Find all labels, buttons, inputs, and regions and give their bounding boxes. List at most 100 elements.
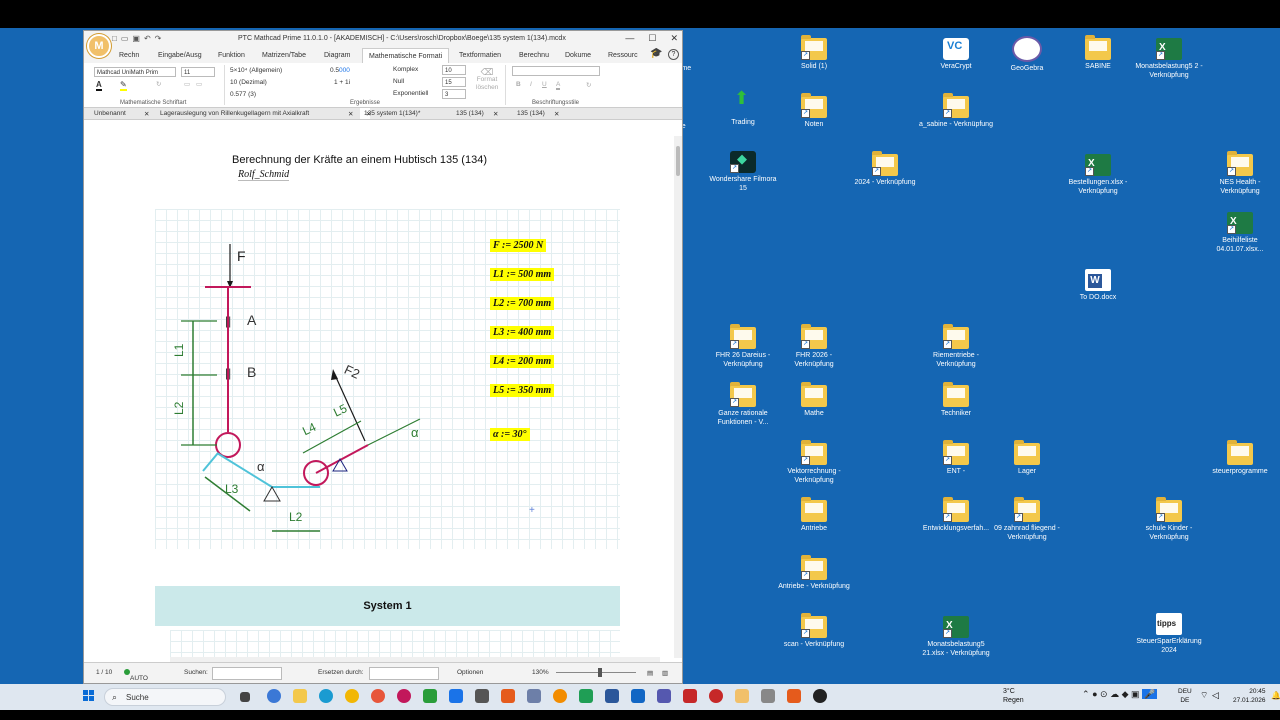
highlight-color-icon[interactable]: ✎ — [120, 80, 127, 91]
open-folder-icon[interactable]: ▭ — [121, 34, 129, 43]
cloud-icon[interactable]: ☁ — [1110, 689, 1119, 699]
desktop-icon-a-sabine[interactable]: ↗ a_sabine - Verknüpfung — [919, 93, 993, 129]
font-family-select[interactable]: Mathcad UniMath Prim — [94, 67, 176, 77]
replace-input[interactable] — [369, 667, 439, 680]
doc-tab-135-a[interactable]: 135 (134) — [456, 110, 484, 117]
format-clear-button[interactable]: ⌫ Format löschen — [476, 68, 498, 92]
app-icon-11[interactable] — [761, 689, 775, 703]
taskbar-search[interactable]: ⌕ Suche — [104, 688, 226, 706]
app-icon-13[interactable] — [813, 689, 827, 703]
close-button[interactable]: ✕ — [670, 33, 678, 44]
definition-l2[interactable]: L2 := 700 mm — [490, 297, 555, 310]
undo-icon[interactable]: ↶ — [144, 34, 151, 43]
search-input[interactable] — [212, 667, 282, 680]
brave-icon[interactable] — [501, 689, 515, 703]
app-icon-4[interactable] — [449, 689, 463, 703]
desktop-icon-trading[interactable]: Trading — [706, 94, 780, 127]
chrome-icon[interactable] — [345, 689, 359, 703]
app-icon-b[interactable] — [683, 689, 697, 703]
outlook-icon[interactable] — [631, 689, 645, 703]
save-icon[interactable]: ▣ — [132, 34, 140, 43]
file-explorer-icon[interactable] — [293, 689, 307, 703]
worksheet-author[interactable]: Rolf_Schmid — [238, 169, 290, 181]
label-refresh-icon[interactable]: ↻ — [586, 81, 591, 89]
tab-matrizen[interactable]: Matrizen/Tabe — [262, 52, 306, 59]
superscript-icon[interactable]: ▭ — [196, 80, 202, 88]
worksheet[interactable]: Berechnung der Kräfte an einem Hubtisch … — [84, 136, 674, 658]
task-view-icon[interactable] — [240, 692, 250, 702]
worksheet-heading[interactable]: Berechnung der Kräfte an einem Hubtisch … — [232, 154, 487, 166]
doc-tab-close-icon[interactable]: ✕ — [493, 110, 498, 118]
app-icon-2[interactable] — [397, 689, 411, 703]
notification-bell-icon[interactable]: 🔔 — [1271, 691, 1280, 700]
definition-l1[interactable]: L1 := 500 mm — [490, 268, 555, 281]
app-icon-1[interactable] — [371, 689, 385, 703]
desktop-icon-ganze-rationale[interactable]: ↗ Ganze rationale Funktionen - V... — [706, 382, 780, 427]
desktop-icon-noten[interactable]: ↗ Noten — [777, 93, 851, 129]
edge-icon[interactable] — [319, 689, 333, 703]
desktop-icon-sabine[interactable]: SABINE — [1061, 35, 1135, 71]
tab-mathematische-formatierung[interactable]: Mathematische Formati — [362, 48, 450, 63]
desktop-icon-vektorrechnung[interactable]: ↗ Vektorrechnung - Verknüpfung — [777, 440, 851, 485]
doc-tab-close-icon[interactable]: ✕ — [554, 110, 559, 118]
wifi-icon[interactable]: ⌔ — [1200, 690, 1208, 701]
app-icon-3[interactable] — [423, 689, 437, 703]
doc-tab-unbenannt[interactable]: Unbenannt — [94, 110, 126, 117]
tray-app-icon[interactable]: ▣ — [1131, 689, 1140, 699]
desktop-icon-fhr2026[interactable]: ↗ FHR 2026 - Verknüpfung — [777, 324, 851, 369]
label-color-icon[interactable]: A — [556, 81, 561, 90]
desktop-icon-lager[interactable]: Lager — [990, 440, 1064, 476]
app-icon-6[interactable] — [527, 689, 541, 703]
doc-tab-close-icon[interactable]: ✕ — [366, 110, 371, 118]
format-third-option[interactable]: 0.577 (3) — [230, 91, 256, 98]
tab-dokument[interactable]: Dokume — [565, 52, 591, 59]
format-decimal-option[interactable]: 10 (Dezimal) — [230, 79, 267, 86]
desktop-icon-scan[interactable]: ↗ scan - Verknüpfung — [777, 613, 851, 649]
graduation-cap-icon[interactable]: 🎓 — [650, 48, 662, 59]
tray-app-icon[interactable]: ● — [1092, 689, 1097, 699]
result-precision-value[interactable]: 0.5000 — [330, 67, 350, 74]
desktop-icon-veracrypt[interactable]: VeraCrypt — [919, 38, 993, 71]
new-file-icon[interactable]: □ — [112, 34, 117, 43]
definition-l4[interactable]: L4 := 200 mm — [490, 355, 555, 368]
desktop-icon-monatsbelastung521[interactable]: ↗ Monatsbelastung5 21.xlsx - Verknüpfung — [919, 616, 993, 658]
bold-icon[interactable]: B — [516, 81, 521, 88]
font-color-icon[interactable]: A — [96, 80, 102, 91]
app-icon-12[interactable] — [787, 689, 801, 703]
tab-diagramme[interactable]: Diagram — [324, 52, 350, 59]
widget-icon[interactable] — [267, 689, 281, 703]
desktop-icon-techniker[interactable]: Techniker — [919, 382, 993, 418]
tab-funktionen[interactable]: Funktion — [218, 52, 245, 59]
scrollbar-thumb[interactable] — [676, 146, 680, 176]
definition-alpha[interactable]: α := 30° — [490, 428, 530, 441]
desktop-icon-beihilfeliste[interactable]: ↗ Beihilfeliste 04.01.07.xlsx... — [1203, 212, 1277, 254]
complex-threshold-input[interactable]: 10 — [442, 65, 466, 75]
speaker-icon[interactable]: ◁ — [1212, 690, 1219, 701]
desktop-icon-steuersparerklaerung[interactable]: SteuerSparErklärung 2024 — [1132, 613, 1206, 655]
subscript-icon[interactable]: ▭ — [184, 80, 190, 88]
clock[interactable]: 20:45 27.01.2026 — [1233, 687, 1266, 705]
refresh-icon[interactable]: ↻ — [156, 80, 161, 88]
desktop-icon-riementriebe[interactable]: ↗ Riementriebe - Verknüpfung — [919, 324, 993, 369]
desktop-icon-filmora[interactable]: ↗ Wondershare Filmora 15 — [706, 151, 780, 193]
definition-l5[interactable]: L5 := 350 mm — [490, 384, 555, 397]
null-threshold-input[interactable]: 15 — [442, 77, 466, 87]
desktop-icon-mathe[interactable]: Mathe — [777, 382, 851, 418]
calc-mode[interactable]: AUTO — [124, 669, 148, 682]
chevron-up-icon[interactable]: ⌃ — [1082, 689, 1090, 699]
definition-l3[interactable]: L3 := 400 mm — [490, 326, 555, 339]
italic-icon[interactable]: I — [530, 81, 532, 88]
format-general-option[interactable]: 5×10⁴ (Allgemein) — [230, 67, 282, 74]
desktop-icon-solid[interactable]: ↗ Solid (1) — [777, 35, 851, 71]
exp-threshold-input[interactable]: 3 — [442, 89, 466, 99]
desktop-icon-steuerprogramme[interactable]: steuerprogramme — [1203, 440, 1277, 476]
desktop-icon-monatsbelastung52[interactable]: ↗ Monatsbelastung5 2 - Verknüpfung — [1132, 38, 1206, 80]
desktop-icon-geogebra[interactable]: GeoGebra — [990, 36, 1064, 73]
desktop-icon-schule-kinder[interactable]: ↗ schule Kinder - Verknüpfung — [1132, 497, 1206, 542]
maximize-button[interactable]: ☐ — [648, 33, 656, 44]
tab-eingabe-ausgabe[interactable]: Eingabe/Ausg — [158, 52, 202, 59]
start-button[interactable] — [83, 690, 95, 702]
desktop-icon-todo[interactable]: To DO.docx — [1061, 269, 1135, 302]
desktop-icon-antriebe-link[interactable]: ↗ Antriebe - Verknüpfung — [777, 555, 851, 591]
doc-tab-lagerauslegung[interactable]: Lagerauslegung von Rillenkugellagern mit… — [160, 110, 309, 117]
